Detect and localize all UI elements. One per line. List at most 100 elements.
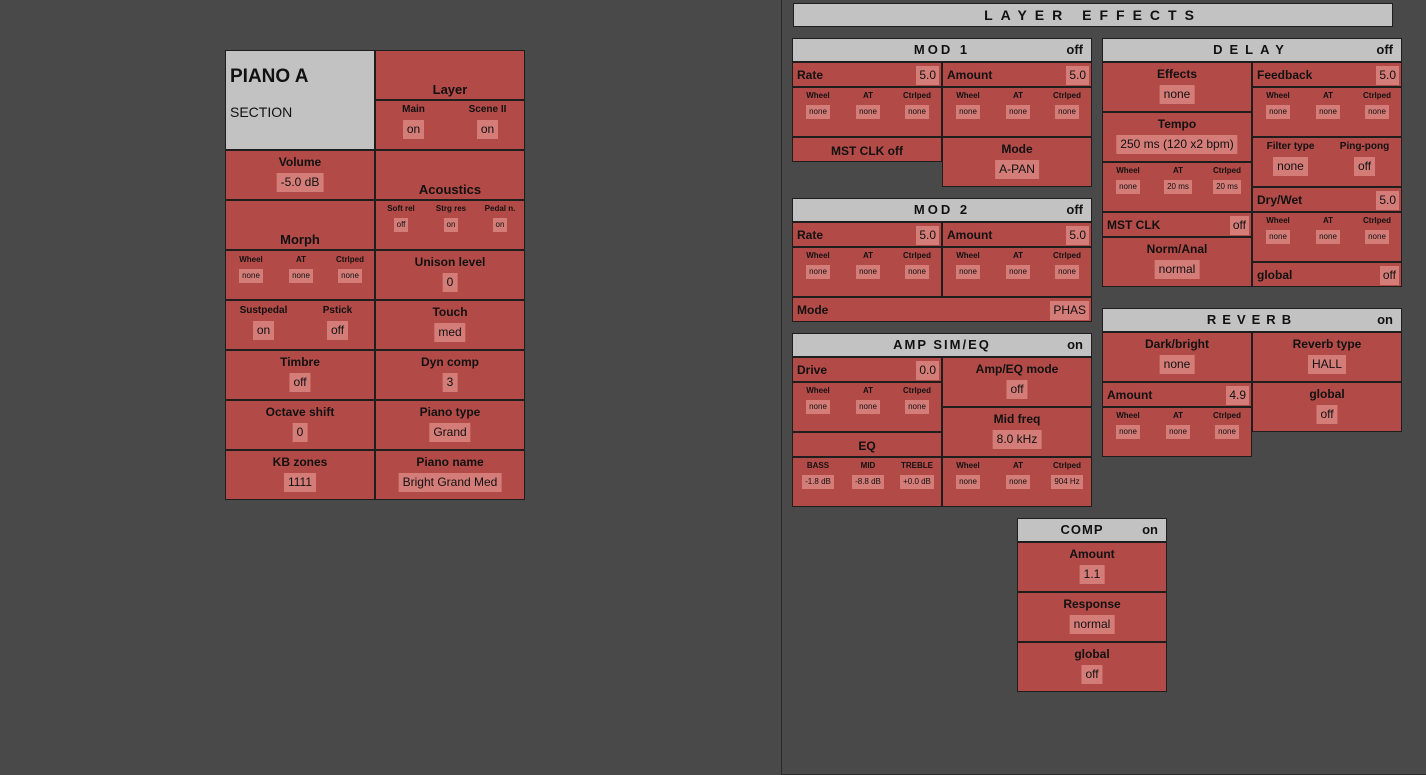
eq-treble-value[interactable]: +0.0 dB <box>900 475 934 489</box>
unison-cell[interactable]: Unison level 0 <box>375 250 525 300</box>
mod1-amount-at[interactable]: AT none <box>993 91 1043 119</box>
volume-cell[interactable]: Volume -5.0 dB <box>225 150 375 200</box>
delay-norm-value[interactable]: normal <box>1154 260 1200 279</box>
delay-tempo-value[interactable]: 250 ms (120 x2 bpm) <box>1116 135 1238 154</box>
reverb-global-value[interactable]: off <box>1316 405 1338 424</box>
delay-header[interactable]: DELAY off <box>1102 38 1402 62</box>
morph-wheel[interactable]: Wheel none <box>226 255 276 283</box>
reverb-amount-ctrlped-value[interactable]: none <box>1215 425 1239 439</box>
kbzones-cell[interactable]: KB zones 1111 <box>225 450 375 500</box>
pianotype-value[interactable]: Grand <box>429 423 471 442</box>
mod1-amount-at-value[interactable]: none <box>1006 105 1030 119</box>
mod2-amount-wheel-value[interactable]: none <box>956 265 980 279</box>
eq-mid-value[interactable]: -8.8 dB <box>852 475 884 489</box>
mod2-amount-value[interactable]: 5.0 <box>1066 226 1089 245</box>
volume-value[interactable]: -5.0 dB <box>276 173 324 192</box>
morph-at-value[interactable]: none <box>289 269 313 283</box>
reverb-amount-at-value[interactable]: none <box>1166 425 1190 439</box>
mod1-mode-value[interactable]: A-PAN <box>995 160 1039 179</box>
mod1-amount-value[interactable]: 5.0 <box>1066 66 1089 85</box>
delay-effects[interactable]: Effects none <box>1102 62 1252 112</box>
mod1-amount-ctrlped-value[interactable]: none <box>1055 105 1079 119</box>
pstick-value[interactable]: off <box>326 321 349 340</box>
delay-drywet-at-value[interactable]: none <box>1316 230 1340 244</box>
delay-drywet-wheel[interactable]: Wheel none <box>1253 216 1303 244</box>
comp-header[interactable]: COMP on <box>1017 518 1167 542</box>
reverb-status[interactable]: on <box>1377 312 1393 327</box>
ampsim-header[interactable]: AMP SIM/EQ on <box>792 333 1092 357</box>
octave-value[interactable]: 0 <box>292 423 308 442</box>
mod1-rate-wheel-value[interactable]: none <box>806 105 830 119</box>
mid-wheel-value[interactable]: none <box>956 475 980 489</box>
layer-main[interactable]: Main on <box>376 104 451 139</box>
ampsim-midfreq-value[interactable]: 8.0 kHz <box>992 430 1042 449</box>
timbre-value[interactable]: off <box>289 373 311 392</box>
delay-feedback-at-value[interactable]: none <box>1316 105 1340 119</box>
delay-tempo-ctrlped[interactable]: Ctrlped 20 ms <box>1202 166 1252 194</box>
mod1-status[interactable]: off <box>1066 42 1083 57</box>
delay-feedback-ctrlped-value[interactable]: none <box>1365 105 1389 119</box>
mod2-rate-at-value[interactable]: none <box>856 265 880 279</box>
pianotype-cell[interactable]: Piano type Grand <box>375 400 525 450</box>
dyncomp-cell[interactable]: Dyn comp 3 <box>375 350 525 400</box>
morph-ctrlped[interactable]: Ctrlped none <box>325 255 375 283</box>
mod2-header[interactable]: MOD 2 off <box>792 198 1092 222</box>
delay-tempo-at[interactable]: AT 20 ms <box>1153 166 1203 194</box>
ampsim-drive-ctrlped[interactable]: Ctrlped none <box>892 386 942 414</box>
reverb-amount-ctrlped[interactable]: Ctrlped none <box>1202 411 1252 439</box>
comp-global[interactable]: global off <box>1017 642 1167 692</box>
acoustics-cell[interactable]: Acoustics <box>375 150 525 200</box>
mod1-amount-ctrlped[interactable]: Ctrlped none <box>1042 91 1092 119</box>
comp-global-value[interactable]: off <box>1081 665 1103 684</box>
morph-cell[interactable]: Morph <box>225 200 375 250</box>
string-resonance-value[interactable]: on <box>443 218 459 232</box>
delay-drywet-wheel-value[interactable]: none <box>1266 230 1290 244</box>
delay-tempo[interactable]: Tempo 250 ms (120 x2 bpm) <box>1102 112 1252 162</box>
eq-bass-value[interactable]: -1.8 dB <box>802 475 834 489</box>
mod1-rate[interactable]: Rate 5.0 <box>792 62 942 87</box>
mid-ctrlped-value[interactable]: 904 Hz <box>1051 475 1083 489</box>
kbzones-value[interactable]: 1111 <box>283 473 317 492</box>
reverb-dark-value[interactable]: none <box>1159 355 1195 374</box>
soft-release-value[interactable]: off <box>393 218 409 232</box>
delay-filter-value[interactable]: none <box>1273 157 1308 176</box>
delay-global-value[interactable]: off <box>1379 266 1399 285</box>
delay-tempo-wheel[interactable]: Wheel none <box>1103 166 1153 194</box>
mod2-amount-wheel[interactable]: Wheel none <box>943 251 993 279</box>
mod1-rate-at-value[interactable]: none <box>856 105 880 119</box>
mod1-mstclk[interactable]: MST CLK off <box>792 137 942 162</box>
mod2-mode[interactable]: Mode PHAS <box>792 297 1092 322</box>
mod2-rate-wheel-value[interactable]: none <box>806 265 830 279</box>
ampsim-drive-wheel[interactable]: Wheel none <box>793 386 843 414</box>
delay-filter[interactable]: Filter type none <box>1253 141 1328 176</box>
reverb-header[interactable]: REVERB on <box>1102 308 1402 332</box>
pedal-noise-value[interactable]: on <box>492 218 508 232</box>
timbre-cell[interactable]: Timbre off <box>225 350 375 400</box>
layer-main-value[interactable]: on <box>402 120 425 139</box>
delay-feedback-at[interactable]: AT none <box>1303 91 1353 119</box>
reverb-amount-value[interactable]: 4.9 <box>1226 386 1249 405</box>
reverb-amount-at[interactable]: AT none <box>1153 411 1203 439</box>
sustpedal[interactable]: Sustpedal on <box>226 305 301 340</box>
delay-tempo-ctrlped-value[interactable]: 20 ms <box>1213 180 1241 194</box>
delay-mstclk[interactable]: MST CLK off <box>1102 212 1252 237</box>
delay-drywet[interactable]: Dry/Wet 5.0 <box>1252 187 1402 212</box>
unison-value[interactable]: 0 <box>442 273 458 292</box>
mod2-rate-wheel[interactable]: Wheel none <box>793 251 843 279</box>
ampsim-drive-value[interactable]: 0.0 <box>916 361 939 380</box>
eq-treble[interactable]: TREBLE +0.0 dB <box>892 461 942 489</box>
delay-norm[interactable]: Norm/Anal normal <box>1102 237 1252 287</box>
reverb-type[interactable]: Reverb type HALL <box>1252 332 1402 382</box>
mod2-rate-ctrlped[interactable]: Ctrlped none <box>892 251 942 279</box>
ampsim-status[interactable]: on <box>1067 337 1083 352</box>
mod2-amount-ctrlped-value[interactable]: none <box>1055 265 1079 279</box>
mid-wheel[interactable]: Wheel none <box>943 461 993 489</box>
sustpedal-value[interactable]: on <box>252 321 275 340</box>
mod2-amount-ctrlped[interactable]: Ctrlped none <box>1042 251 1092 279</box>
delay-tempo-at-value[interactable]: 20 ms <box>1164 180 1192 194</box>
delay-feedback-ctrlped[interactable]: Ctrlped none <box>1352 91 1402 119</box>
mod1-rate-ctrlped-value[interactable]: none <box>905 105 929 119</box>
reverb-global[interactable]: global off <box>1252 382 1402 432</box>
delay-effects-value[interactable]: none <box>1159 85 1195 104</box>
eq-mid[interactable]: MID -8.8 dB <box>843 461 893 489</box>
